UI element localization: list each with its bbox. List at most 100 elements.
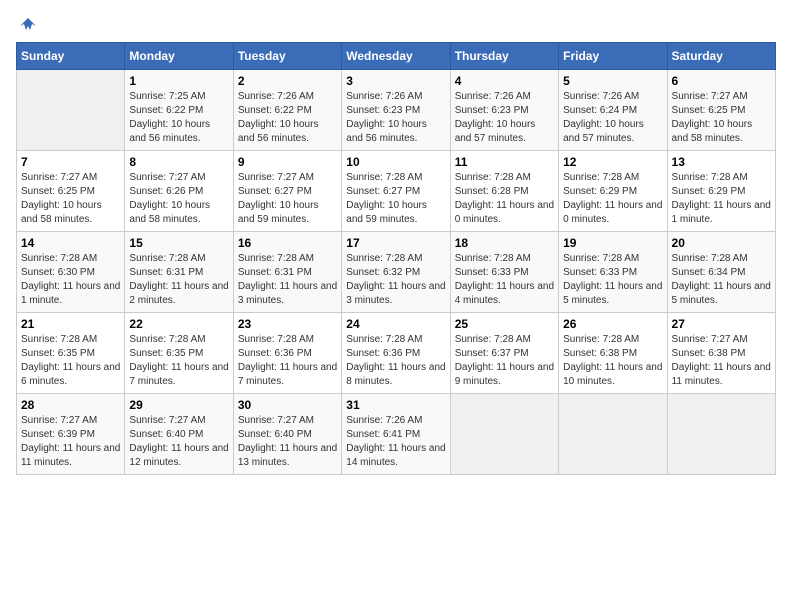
day-detail: Sunrise: 7:27 AMSunset: 6:26 PMDaylight:… xyxy=(129,171,228,227)
day-detail: Sunrise: 7:27 AMSunset: 6:27 PMDaylight:… xyxy=(238,171,337,227)
day-number: 1 xyxy=(129,74,228,88)
day-number: 30 xyxy=(238,398,337,412)
calendar-cell xyxy=(667,394,775,475)
calendar-header-row: SundayMondayTuesdayWednesdayThursdayFrid… xyxy=(17,43,776,70)
day-detail: Sunrise: 7:26 AMSunset: 6:24 PMDaylight:… xyxy=(563,90,662,146)
calendar-week-4: 28Sunrise: 7:27 AMSunset: 6:39 PMDayligh… xyxy=(17,394,776,475)
day-detail: Sunrise: 7:28 AMSunset: 6:35 PMDaylight:… xyxy=(21,333,120,389)
day-detail: Sunrise: 7:28 AMSunset: 6:33 PMDaylight:… xyxy=(563,252,662,308)
calendar-cell xyxy=(17,70,125,151)
day-number: 24 xyxy=(346,317,445,331)
calendar-week-0: 1 Sunrise: 7:25 AMSunset: 6:22 PMDaylight… xyxy=(17,70,776,151)
calendar-cell: 1 Sunrise: 7:25 AMSunset: 6:22 PMDaylight… xyxy=(125,70,233,151)
header-cell-friday: Friday xyxy=(559,43,667,70)
day-detail: Sunrise: 7:28 AMSunset: 6:38 PMDaylight:… xyxy=(563,333,662,389)
calendar-cell: 19 Sunrise: 7:28 AMSunset: 6:33 PMDayligh… xyxy=(559,232,667,313)
logo-bird-icon xyxy=(18,16,38,36)
day-number: 19 xyxy=(563,236,662,250)
header-cell-wednesday: Wednesday xyxy=(342,43,450,70)
day-number: 29 xyxy=(129,398,228,412)
calendar-cell: 15 Sunrise: 7:28 AMSunset: 6:31 PMDayligh… xyxy=(125,232,233,313)
calendar-cell: 13Sunrise: 7:28 AMSunset: 6:29 PMDayligh… xyxy=(667,151,775,232)
day-detail: Sunrise: 7:27 AMSunset: 6:38 PMDaylight:… xyxy=(672,333,771,389)
day-number: 18 xyxy=(455,236,554,250)
day-number: 27 xyxy=(672,317,771,331)
calendar-cell: 27 Sunrise: 7:27 AMSunset: 6:38 PMDayligh… xyxy=(667,313,775,394)
calendar-cell: 8 Sunrise: 7:27 AMSunset: 6:26 PMDaylight… xyxy=(125,151,233,232)
day-number: 23 xyxy=(238,317,337,331)
calendar-cell: 26 Sunrise: 7:28 AMSunset: 6:38 PMDayligh… xyxy=(559,313,667,394)
day-detail: Sunrise: 7:28 AMSunset: 6:35 PMDaylight:… xyxy=(129,333,228,389)
day-number: 3 xyxy=(346,74,445,88)
calendar-cell: 29 Sunrise: 7:27 AMSunset: 6:40 PMDayligh… xyxy=(125,394,233,475)
day-number: 26 xyxy=(563,317,662,331)
day-detail: Sunrise: 7:28 AMSunset: 6:27 PMDaylight:… xyxy=(346,171,445,227)
day-number: 14 xyxy=(21,236,120,250)
day-number: 12 xyxy=(563,155,662,169)
day-detail: Sunrise: 7:28 AMSunset: 6:31 PMDaylight:… xyxy=(129,252,228,308)
calendar-cell: 3Sunrise: 7:26 AMSunset: 6:23 PMDaylight… xyxy=(342,70,450,151)
day-detail: Sunrise: 7:28 AMSunset: 6:37 PMDaylight:… xyxy=(455,333,554,389)
page-header xyxy=(16,16,776,32)
calendar-cell: 6Sunrise: 7:27 AMSunset: 6:25 PMDaylight… xyxy=(667,70,775,151)
calendar-cell: 10Sunrise: 7:28 AMSunset: 6:27 PMDayligh… xyxy=(342,151,450,232)
day-detail: Sunrise: 7:25 AMSunset: 6:22 PMDaylight:… xyxy=(129,90,228,146)
calendar-cell: 24 Sunrise: 7:28 AMSunset: 6:36 PMDayligh… xyxy=(342,313,450,394)
day-number: 13 xyxy=(672,155,771,169)
calendar-cell xyxy=(450,394,558,475)
day-detail: Sunrise: 7:28 AMSunset: 6:28 PMDaylight:… xyxy=(455,171,554,227)
day-number: 11 xyxy=(455,155,554,169)
calendar-cell: 2 Sunrise: 7:26 AMSunset: 6:22 PMDaylight… xyxy=(233,70,341,151)
day-detail: Sunrise: 7:28 AMSunset: 6:33 PMDaylight:… xyxy=(455,252,554,308)
day-number: 2 xyxy=(238,74,337,88)
day-detail: Sunrise: 7:28 AMSunset: 6:36 PMDaylight:… xyxy=(346,333,445,389)
calendar-cell: 21 Sunrise: 7:28 AMSunset: 6:35 PMDayligh… xyxy=(17,313,125,394)
calendar-week-2: 14 Sunrise: 7:28 AMSunset: 6:30 PMDayligh… xyxy=(17,232,776,313)
calendar-week-3: 21 Sunrise: 7:28 AMSunset: 6:35 PMDayligh… xyxy=(17,313,776,394)
calendar-cell: 28Sunrise: 7:27 AMSunset: 6:39 PMDayligh… xyxy=(17,394,125,475)
day-detail: Sunrise: 7:26 AMSunset: 6:23 PMDaylight:… xyxy=(455,90,554,146)
day-number: 6 xyxy=(672,74,771,88)
calendar-cell: 18 Sunrise: 7:28 AMSunset: 6:33 PMDayligh… xyxy=(450,232,558,313)
calendar-cell: 30 Sunrise: 7:27 AMSunset: 6:40 PMDayligh… xyxy=(233,394,341,475)
header-cell-tuesday: Tuesday xyxy=(233,43,341,70)
day-detail: Sunrise: 7:28 AMSunset: 6:32 PMDaylight:… xyxy=(346,252,445,308)
day-number: 16 xyxy=(238,236,337,250)
header-cell-saturday: Saturday xyxy=(667,43,775,70)
day-number: 21 xyxy=(21,317,120,331)
calendar-cell: 12 Sunrise: 7:28 AMSunset: 6:29 PMDayligh… xyxy=(559,151,667,232)
day-detail: Sunrise: 7:28 AMSunset: 6:34 PMDaylight:… xyxy=(672,252,771,308)
calendar-cell: 25 Sunrise: 7:28 AMSunset: 6:37 PMDayligh… xyxy=(450,313,558,394)
calendar-cell: 5Sunrise: 7:26 AMSunset: 6:24 PMDaylight… xyxy=(559,70,667,151)
calendar-table: SundayMondayTuesdayWednesdayThursdayFrid… xyxy=(16,42,776,475)
header-cell-sunday: Sunday xyxy=(17,43,125,70)
day-number: 25 xyxy=(455,317,554,331)
day-number: 4 xyxy=(455,74,554,88)
calendar-cell: 9 Sunrise: 7:27 AMSunset: 6:27 PMDaylight… xyxy=(233,151,341,232)
calendar-week-1: 7Sunrise: 7:27 AMSunset: 6:25 PMDaylight… xyxy=(17,151,776,232)
calendar-cell: 22 Sunrise: 7:28 AMSunset: 6:35 PMDayligh… xyxy=(125,313,233,394)
day-number: 7 xyxy=(21,155,120,169)
calendar-cell: 16Sunrise: 7:28 AMSunset: 6:31 PMDayligh… xyxy=(233,232,341,313)
day-number: 22 xyxy=(129,317,228,331)
calendar-cell xyxy=(559,394,667,475)
day-number: 8 xyxy=(129,155,228,169)
header-cell-monday: Monday xyxy=(125,43,233,70)
header-cell-thursday: Thursday xyxy=(450,43,558,70)
calendar-body: 1 Sunrise: 7:25 AMSunset: 6:22 PMDaylight… xyxy=(17,70,776,475)
day-detail: Sunrise: 7:27 AMSunset: 6:40 PMDaylight:… xyxy=(238,414,337,470)
day-number: 17 xyxy=(346,236,445,250)
day-number: 31 xyxy=(346,398,445,412)
calendar-cell: 7Sunrise: 7:27 AMSunset: 6:25 PMDaylight… xyxy=(17,151,125,232)
day-detail: Sunrise: 7:28 AMSunset: 6:29 PMDaylight:… xyxy=(563,171,662,227)
day-detail: Sunrise: 7:26 AMSunset: 6:22 PMDaylight:… xyxy=(238,90,337,146)
logo xyxy=(16,16,40,32)
day-detail: Sunrise: 7:26 AMSunset: 6:41 PMDaylight:… xyxy=(346,414,445,470)
day-number: 9 xyxy=(238,155,337,169)
day-detail: Sunrise: 7:28 AMSunset: 6:30 PMDaylight:… xyxy=(21,252,120,308)
calendar-cell: 4 Sunrise: 7:26 AMSunset: 6:23 PMDaylight… xyxy=(450,70,558,151)
day-detail: Sunrise: 7:27 AMSunset: 6:39 PMDaylight:… xyxy=(21,414,120,470)
day-number: 15 xyxy=(129,236,228,250)
calendar-cell: 23Sunrise: 7:28 AMSunset: 6:36 PMDayligh… xyxy=(233,313,341,394)
day-detail: Sunrise: 7:27 AMSunset: 6:40 PMDaylight:… xyxy=(129,414,228,470)
